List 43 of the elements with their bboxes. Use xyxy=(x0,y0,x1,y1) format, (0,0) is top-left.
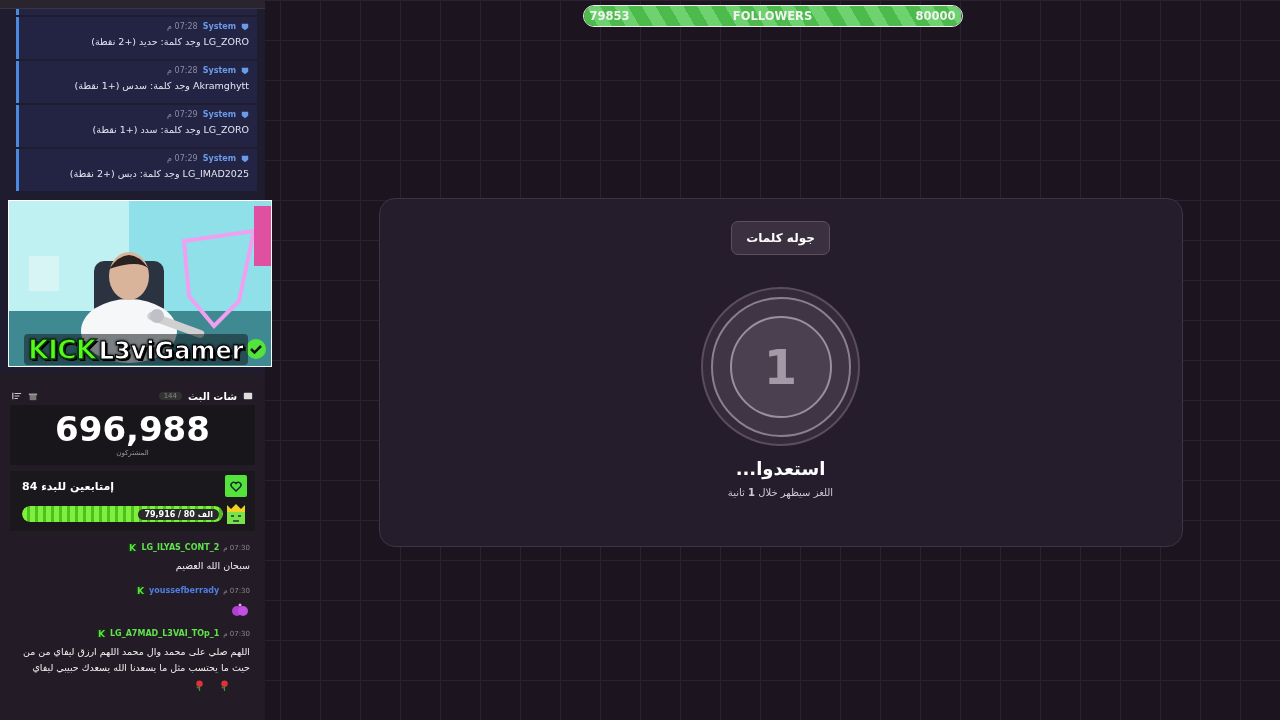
followers-target: 80000 xyxy=(915,9,956,23)
shield-icon xyxy=(241,66,249,75)
message-time: 07:29 م xyxy=(167,154,198,163)
crown-face-icon xyxy=(225,503,247,525)
round-title: استعدوا... xyxy=(735,458,826,479)
shield-icon xyxy=(241,154,249,163)
message-text: سبحان الله العضيم xyxy=(174,559,250,573)
countdown-number: 1 xyxy=(763,338,798,395)
username[interactable]: LG_ILYAS_CONT_2 xyxy=(141,543,220,552)
message-text: Akramghytt وجد كلمة: سدس (+1 نقطة) xyxy=(73,80,249,91)
gift-icon[interactable] xyxy=(28,391,38,401)
list-icon[interactable] xyxy=(12,391,22,401)
sender-name: System xyxy=(202,154,236,163)
badge-icon xyxy=(136,586,146,595)
goal-progress-label: الف 80 / 79,916 xyxy=(138,508,219,520)
message-time: 07:28 م xyxy=(167,66,198,75)
sender-name: System xyxy=(202,22,236,31)
chat-title: شات البث xyxy=(188,390,237,402)
rose-icon xyxy=(194,680,205,691)
streamer-name: L3viGamer xyxy=(98,337,244,365)
username[interactable]: youssefberrady xyxy=(149,586,220,595)
rose-icon xyxy=(219,680,230,691)
message-text: LG_ZORO وجد كلمة: حديد (+2 نقطة) xyxy=(90,36,249,47)
sender-name: System xyxy=(202,110,236,119)
subscriber-count: 696,988 xyxy=(54,409,211,449)
goal-title: إمتابعين للبدء 84 xyxy=(22,479,114,493)
sender-name: System xyxy=(202,66,236,75)
round-badge: جوله كلمات xyxy=(731,221,830,255)
shield-icon xyxy=(241,22,249,31)
shield-icon xyxy=(241,110,249,119)
message-text: LG_ZORO وجد كلمة: سدد (+1 نقطة) xyxy=(91,124,249,135)
message-text: اللهم صلي على محمد وال محمد اللهم ارزق ليفاي من من حيث ما يحتسب مثل ما يسعدنا الله يسعدك حبيبي ليفاي xyxy=(21,645,250,675)
platform-name: KICK xyxy=(28,334,96,365)
followers-count: 79853 xyxy=(589,9,630,23)
badge-icon xyxy=(97,629,106,638)
username[interactable]: LG_A7MAD_L3VAI_TOp_1 xyxy=(110,629,220,638)
message-time: 07:28 م xyxy=(167,22,198,31)
badge-icon xyxy=(128,543,138,552)
followers-label: FOLLOWERS xyxy=(732,9,813,23)
sticker-icon xyxy=(232,603,248,617)
chat-icon xyxy=(243,391,253,401)
message-time: 07:29 م xyxy=(167,110,198,119)
message-text: LG_IMAD2025 وجد كلمة: دبس (+2 نقطة) xyxy=(68,168,249,179)
